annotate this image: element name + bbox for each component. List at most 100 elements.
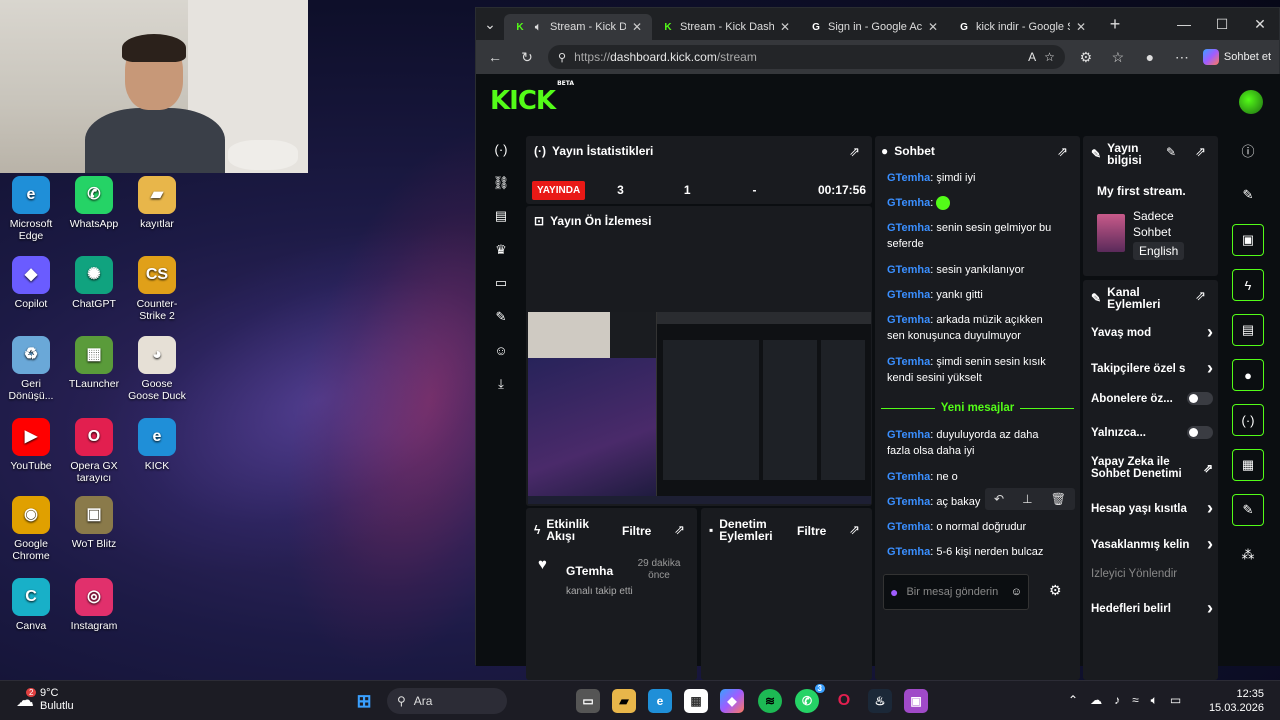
widgets-icon[interactable]: ⁂ [1232, 539, 1264, 571]
desktop-icon[interactable]: ▦ TLauncher [63, 336, 125, 390]
bolt-icon[interactable]: ϟ [1232, 269, 1264, 301]
extensions-icon[interactable]: ⚙ [1075, 49, 1097, 66]
focus-icon[interactable]: ▣ [1232, 224, 1264, 256]
reply-icon[interactable]: ↶ [994, 492, 1004, 506]
desktop-icon[interactable]: ◆ Copilot [0, 256, 62, 310]
address-bar[interactable]: ⚲ https://dashboard.kick.com/stream A ☆ [548, 45, 1065, 69]
popout-icon[interactable]: ⇗ [1195, 288, 1206, 304]
desktop-icon[interactable]: ◉ Google Chrome [0, 496, 62, 562]
tab-google-search[interactable]: G kick indir - Google Search ✕ [948, 14, 1096, 40]
toggle-switch[interactable] [1187, 392, 1213, 405]
chat-username[interactable]: GTemha [887, 172, 930, 184]
close-icon[interactable]: ✕ [928, 20, 938, 34]
clips-icon[interactable]: ▭ [490, 272, 512, 294]
onedrive-icon[interactable]: ☁ [1090, 693, 1102, 708]
chat-input[interactable]: ● Bir mesaj gönderin ☺ [883, 574, 1029, 610]
tab-stream-kick-dashboard[interactable]: K 🔈︎ Stream - Kick Dashboard ✕ [504, 14, 652, 40]
trophy-icon[interactable]: ♛ [490, 239, 512, 261]
chat-username[interactable]: GTemha [887, 289, 930, 301]
desktop-icon[interactable]: ▣ WoT Blitz [63, 496, 125, 550]
opera-gx-icon[interactable]: O [832, 689, 856, 713]
desktop-icon[interactable]: CS Counter-Strike 2 [126, 256, 188, 322]
mic-icon[interactable]: ● [890, 585, 898, 599]
close-icon[interactable]: ✕ [1076, 20, 1086, 34]
popout-icon[interactable]: ⇗ [849, 522, 860, 538]
weather-widget[interactable]: ☁ 2 9°C Bulutlu [16, 687, 74, 713]
delete-icon[interactable]: 🗑︎ [1051, 492, 1066, 506]
profile-icon[interactable]: ● [1139, 49, 1161, 65]
volume-icon[interactable]: 🔈︎ [1151, 693, 1158, 708]
emoji-icon[interactable]: ☺ [1011, 586, 1022, 599]
desktop-icon[interactable]: ▰ kayıtlar [126, 176, 188, 230]
steam-icon[interactable]: ♨ [868, 689, 892, 713]
chat-username[interactable]: GTemha [887, 521, 930, 533]
analytics-icon[interactable]: ▤ [490, 205, 512, 227]
stream-preview-video[interactable] [528, 312, 871, 504]
info-icon[interactable]: ⓘ [1232, 134, 1264, 166]
pin-icon[interactable]: ⊥ [1022, 492, 1032, 506]
chat-username[interactable]: GTemha [887, 496, 930, 508]
task-view-icon[interactable]: ▭ [576, 689, 600, 713]
tab-stream-kick-dashboard-2[interactable]: K Stream - Kick Dashboard ✕ [652, 14, 800, 40]
chat-username[interactable]: GTemha [887, 429, 930, 441]
broadcast-icon[interactable]: (·) [1232, 404, 1264, 436]
channel-action-item[interactable]: Yasaklanmış kelin › [1091, 534, 1213, 555]
chat-username[interactable]: GTemha [887, 314, 930, 326]
chat-message[interactable]: GTemha: o normal doğrudur [887, 519, 1062, 535]
wifi-icon[interactable]: ≈ [1132, 693, 1139, 708]
chevron-up-icon[interactable]: ⌃ [1068, 693, 1078, 708]
channel-action-item[interactable]: İzleyici Yönlendir [1091, 568, 1213, 580]
desktop-icon[interactable]: ◎ Instagram [63, 578, 125, 632]
channel-action-item[interactable]: Abonelere öz... [1091, 392, 1213, 405]
battery-icon[interactable]: ▭ [1170, 693, 1181, 708]
channel-action-item[interactable]: Hesap yaşı kısıtla › [1091, 498, 1213, 519]
desktop-icon[interactable]: O Opera GX tarayıcı [63, 418, 125, 484]
desktop-icon[interactable]: ▶ YouTube [0, 418, 62, 472]
stream-icon[interactable]: (·) [490, 138, 512, 160]
microphone-icon[interactable]: ♪ [1114, 693, 1120, 708]
store-icon[interactable]: ▦ [684, 689, 708, 713]
favorite-star-icon[interactable]: ☆ [1044, 50, 1055, 64]
chat-message[interactable]: GTemha: yankı gitti [887, 287, 1062, 303]
channel-action-item[interactable]: Takipçilere özel s › [1091, 358, 1213, 379]
desktop-icon[interactable]: ♻ Geri Dönüşü... [0, 336, 62, 402]
chat-username[interactable]: GTemha [887, 197, 930, 209]
spotify-icon[interactable]: ≋ [758, 689, 782, 713]
edit-icon[interactable]: ✎ [1232, 179, 1264, 211]
app-icon[interactable]: ▣ [904, 689, 928, 713]
popout-icon[interactable]: ⇗ [849, 144, 860, 160]
moderation-filter-button[interactable]: Filtre [797, 524, 826, 538]
tab-actions-button[interactable]: ⌄ [476, 16, 504, 33]
copilot-button[interactable]: Sohbet et [1202, 49, 1271, 65]
popout-icon[interactable]: ⇗ [1195, 144, 1206, 160]
user-avatar[interactable] [1239, 90, 1263, 114]
site-info-icon[interactable]: ⚲ [558, 51, 566, 64]
back-icon[interactable]: ← [484, 49, 506, 65]
wrench-icon[interactable]: ✎ [490, 306, 512, 328]
file-explorer-icon[interactable]: ▰ [612, 689, 636, 713]
desktop-icon[interactable]: C Canva [0, 578, 62, 632]
chat-message[interactable]: GTemha: duyuluyorda az daha fazla olsa d… [887, 427, 1062, 459]
video-icon[interactable]: ▦ [1232, 449, 1264, 481]
edit-icon[interactable]: ✎ [1166, 145, 1176, 159]
desktop-icon[interactable]: ✺ ChatGPT [63, 256, 125, 310]
channel-action-item[interactable]: Yavaş mod › [1091, 322, 1213, 343]
toggle-switch[interactable] [1187, 426, 1213, 439]
chat-message[interactable]: GTemha: sesin yankılanıyor [887, 262, 1062, 278]
tab-google-sign-in[interactable]: G Sign in - Google Accounts ✕ [800, 14, 948, 40]
refresh-icon[interactable]: ↻ [516, 49, 538, 66]
chat-message[interactable]: GTemha: şimdi iyi [887, 170, 1062, 186]
chat-message[interactable]: GTemha: arkada müzik açıkken sen konuşun… [887, 312, 1062, 344]
favorites-icon[interactable]: ☆ [1107, 49, 1129, 66]
channel-action-item[interactable]: Yapay Zeka ile Sohbet Denetimi ⇗ [1091, 456, 1213, 480]
download-icon[interactable]: ⤓ [490, 373, 512, 395]
chat-message[interactable]: GTemha: ne o [887, 469, 1062, 485]
chat-settings-icon[interactable]: ⚙ [1049, 582, 1062, 599]
chat-message[interactable]: GTemha: 5-6 kişi nerden bulcaz [887, 544, 1062, 560]
desktop-icon[interactable]: e KICK [126, 418, 188, 472]
copilot-icon[interactable]: ◆ [720, 689, 744, 713]
chat-username[interactable]: GTemha [887, 222, 930, 234]
more-icon[interactable]: ⋯ [1171, 49, 1193, 66]
read-aloud-icon[interactable]: A [1028, 50, 1036, 64]
wrench-icon[interactable]: ✎ [1232, 494, 1264, 526]
